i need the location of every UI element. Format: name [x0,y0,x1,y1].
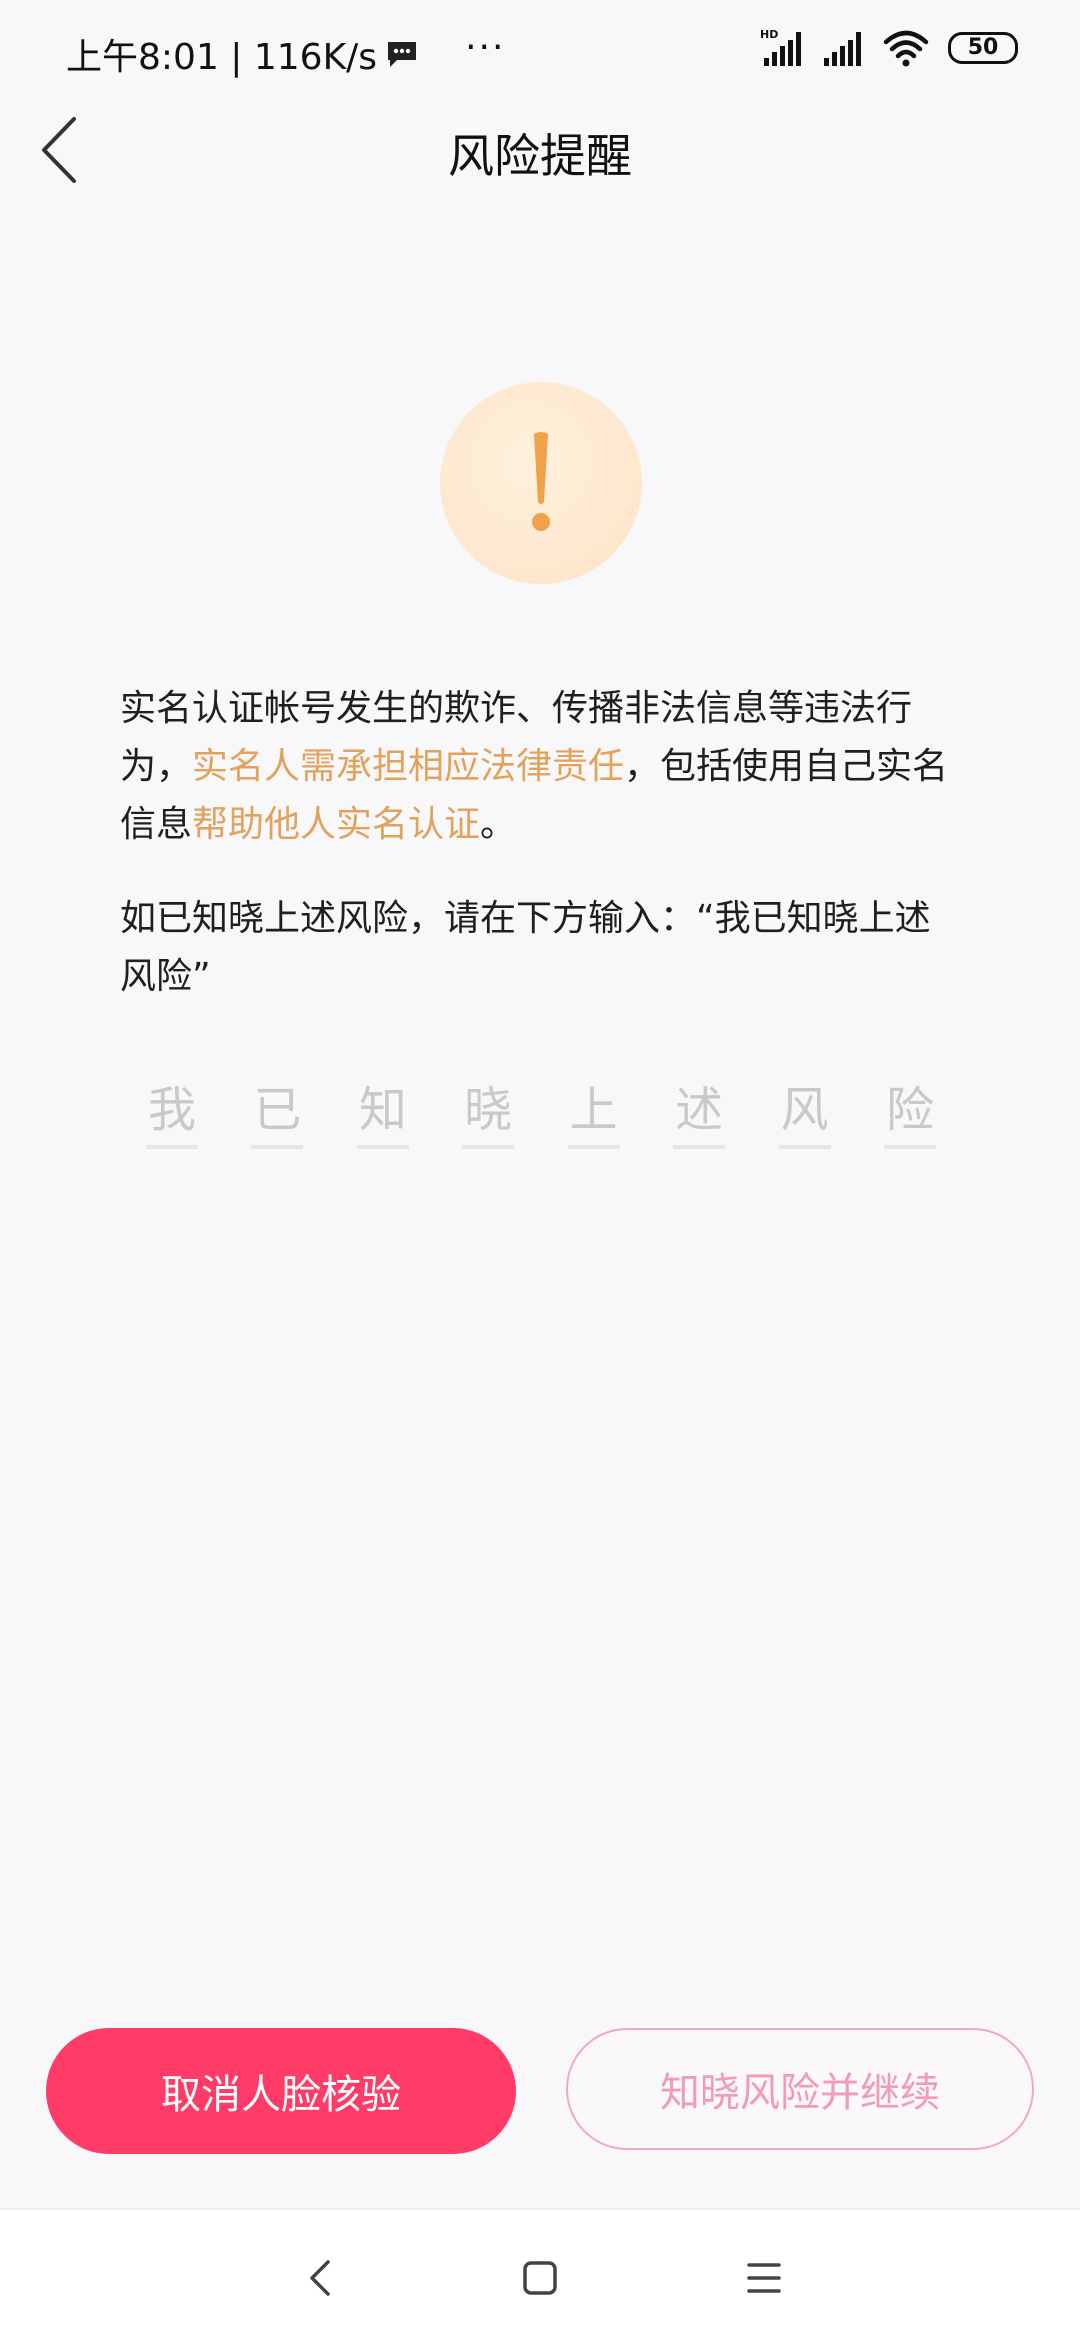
signal-icon [824,32,861,66]
cancel-face-verify-button[interactable]: 取消人脸核验 [46,2028,516,2154]
status-right: HD 50 [758,28,1018,68]
confirm-char[interactable]: 述 [673,1084,726,1149]
confirm-char[interactable]: 知 [356,1084,409,1149]
battery-icon: 50 [948,32,1018,64]
nav-home-button[interactable] [510,2248,570,2308]
page-title: 风险提醒 [448,129,632,183]
risk-paragraph-2: 如已知晓上述风险，请在下方输入：“我已知晓上述风险” [120,898,931,997]
confirm-char[interactable]: 晓 [462,1084,515,1149]
confirm-input[interactable]: 我 已 知 晓 上 述 风 险 [146,1084,936,1149]
warning-circle [440,382,642,584]
continue-button[interactable]: 知晓风险并继续 [566,2028,1034,2150]
confirm-char[interactable]: 我 [146,1084,198,1149]
risk-highlight-help: 帮助他人实名认证 [192,804,481,845]
nav-back-button[interactable] [290,2248,350,2308]
status-bar: 上午8:01 | 116K/s ··· HD 50 [0,0,1080,100]
battery-level: 50 [967,35,999,60]
status-more-dots: ··· [465,27,506,68]
confirm-char[interactable]: 已 [251,1084,304,1149]
confirm-char[interactable]: 风 [778,1084,831,1149]
nav-menu-icon [747,2263,781,2293]
nav-menu-button[interactable] [734,2248,794,2308]
wifi-icon [883,30,929,67]
nav-header: 风险提醒 [0,100,1080,200]
confirm-char[interactable]: 上 [567,1084,620,1149]
signal-icon: HD [760,28,801,66]
network-hd-label: HD [760,28,778,41]
nav-home-icon [523,2261,557,2295]
risk-description: 实名认证帐号发生的欺诈、传播非法信息等违法行为，实名人需承担相应法律责任，包括使… [120,680,960,1006]
system-nav-bar [0,2208,1080,2342]
exclamation-icon [532,432,550,531]
risk-paragraph-1: 实名认证帐号发生的欺诈、传播非法信息等违法行为，实名人需承担相应法律责任，包括使… [120,680,960,854]
nav-back-icon [310,2260,330,2296]
confirm-char[interactable]: 险 [883,1084,936,1149]
risk-highlight-legal: 实名人需承担相应法律责任 [192,746,625,787]
message-icon [388,42,417,67]
status-left: 上午8:01 | 116K/s ··· [66,28,505,80]
risk-text: 。 [480,804,517,845]
status-time-speed: 上午8:01 | 116K/s [66,37,378,78]
